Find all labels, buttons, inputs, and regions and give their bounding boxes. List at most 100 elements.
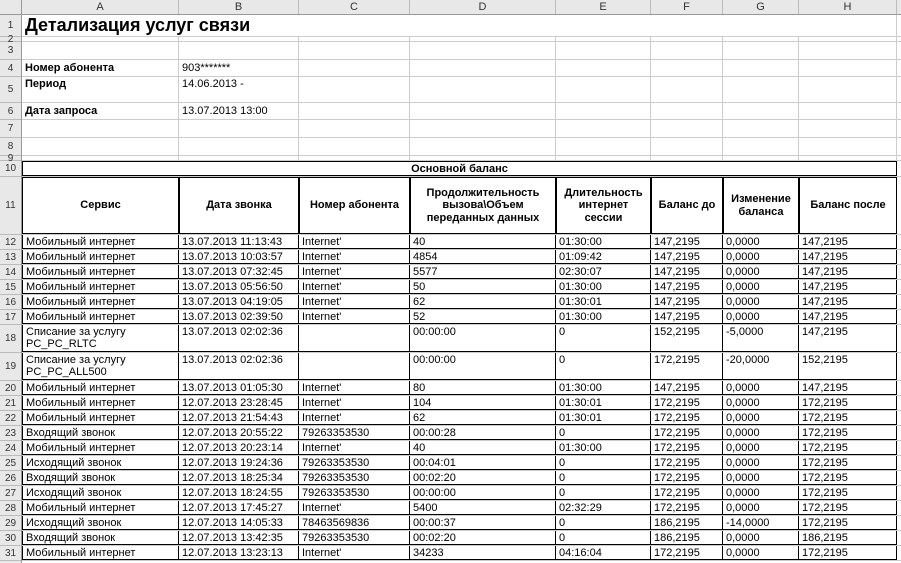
empty-cell[interactable] bbox=[723, 156, 799, 160]
empty-cell[interactable] bbox=[410, 37, 556, 41]
data-cell[interactable]: 02:32:29 bbox=[556, 501, 651, 515]
data-cell[interactable]: 62 bbox=[410, 411, 556, 425]
data-cell[interactable]: 5577 bbox=[410, 265, 556, 279]
data-cell[interactable]: 172,2195 bbox=[651, 411, 723, 425]
empty-cell[interactable] bbox=[299, 120, 410, 137]
data-cell[interactable]: 01:30:00 bbox=[556, 310, 651, 324]
empty-cell[interactable] bbox=[799, 138, 897, 155]
data-cell[interactable]: 172,2195 bbox=[799, 471, 897, 485]
data-cell[interactable]: 50 bbox=[410, 280, 556, 294]
empty-cell[interactable] bbox=[799, 42, 897, 59]
data-cell[interactable]: Входящий звонок bbox=[22, 471, 179, 485]
data-cell[interactable]: Internet' bbox=[299, 235, 410, 249]
row-header-29[interactable]: 29 bbox=[0, 516, 21, 531]
data-cell[interactable]: 0,0000 bbox=[723, 235, 799, 249]
data-cell[interactable]: 4854 bbox=[410, 250, 556, 264]
data-cell[interactable]: 40 bbox=[410, 235, 556, 249]
data-cell[interactable]: 0,0000 bbox=[723, 531, 799, 545]
data-cell[interactable]: 172,2195 bbox=[799, 516, 897, 530]
data-cell[interactable]: 0,0000 bbox=[723, 471, 799, 485]
row-header-25[interactable]: 25 bbox=[0, 456, 21, 471]
data-cell[interactable]: 0 bbox=[556, 325, 651, 352]
empty-cell[interactable] bbox=[651, 42, 723, 59]
data-cell[interactable]: 80 bbox=[410, 381, 556, 395]
col-header-B[interactable]: B bbox=[179, 0, 299, 14]
data-cell[interactable]: Internet' bbox=[299, 441, 410, 455]
empty-cell[interactable] bbox=[179, 120, 299, 137]
data-cell[interactable]: 147,2195 bbox=[651, 295, 723, 309]
empty-cell[interactable] bbox=[299, 103, 410, 119]
empty-cell[interactable] bbox=[799, 103, 897, 119]
row-header-31[interactable]: 31 bbox=[0, 546, 21, 561]
data-cell[interactable]: 172,2195 bbox=[799, 486, 897, 500]
empty-cell[interactable] bbox=[22, 37, 179, 41]
data-cell[interactable]: 52 bbox=[410, 310, 556, 324]
data-cell[interactable]: 12.07.2013 18:25:34 bbox=[179, 471, 299, 485]
data-cell[interactable]: 0,0000 bbox=[723, 295, 799, 309]
data-cell[interactable]: 0,0000 bbox=[723, 546, 799, 560]
data-cell[interactable]: 01:30:01 bbox=[556, 295, 651, 309]
col-header-E[interactable]: E bbox=[556, 0, 651, 14]
data-cell[interactable]: 12.07.2013 20:55:22 bbox=[179, 426, 299, 440]
col-header-A[interactable]: A bbox=[22, 0, 179, 14]
col-header-H[interactable]: H bbox=[799, 0, 897, 14]
data-cell[interactable]: Мобильный интернет bbox=[22, 250, 179, 264]
data-cell[interactable]: Internet' bbox=[299, 250, 410, 264]
data-cell[interactable]: 104 bbox=[410, 396, 556, 410]
empty-cell[interactable] bbox=[410, 42, 556, 59]
data-cell[interactable]: 04:16:04 bbox=[556, 546, 651, 560]
empty-cell[interactable] bbox=[799, 77, 897, 102]
empty-cell[interactable] bbox=[556, 156, 651, 160]
data-cell[interactable]: 01:30:01 bbox=[556, 411, 651, 425]
empty-cell[interactable] bbox=[556, 77, 651, 102]
empty-cell[interactable] bbox=[651, 138, 723, 155]
data-cell[interactable]: 172,2195 bbox=[799, 441, 897, 455]
data-cell[interactable]: 79263353530 bbox=[299, 426, 410, 440]
data-cell[interactable]: Списание за услугу PC_PC_RLTC bbox=[22, 325, 179, 352]
data-cell[interactable]: 147,2195 bbox=[799, 310, 897, 324]
data-cell[interactable]: 147,2195 bbox=[651, 310, 723, 324]
empty-cell[interactable] bbox=[651, 156, 723, 160]
data-cell[interactable]: Мобильный интернет bbox=[22, 501, 179, 515]
data-cell[interactable]: 0 bbox=[556, 471, 651, 485]
data-cell[interactable]: Internet' bbox=[299, 295, 410, 309]
empty-cell[interactable] bbox=[799, 156, 897, 160]
data-cell[interactable]: Internet' bbox=[299, 396, 410, 410]
data-cell[interactable]: 01:30:00 bbox=[556, 235, 651, 249]
data-cell[interactable]: 34233 bbox=[410, 546, 556, 560]
data-cell[interactable]: Internet' bbox=[299, 381, 410, 395]
data-cell[interactable]: 0,0000 bbox=[723, 426, 799, 440]
data-cell[interactable]: Internet' bbox=[299, 501, 410, 515]
data-cell[interactable]: 186,2195 bbox=[799, 531, 897, 545]
row-header-22[interactable]: 22 bbox=[0, 411, 21, 426]
empty-cell[interactable] bbox=[410, 120, 556, 137]
empty-cell[interactable] bbox=[410, 103, 556, 119]
row-header-28[interactable]: 28 bbox=[0, 501, 21, 516]
data-cell[interactable]: Мобильный интернет bbox=[22, 310, 179, 324]
empty-cell[interactable] bbox=[556, 138, 651, 155]
data-cell[interactable]: 00:02:20 bbox=[410, 471, 556, 485]
empty-cell[interactable] bbox=[723, 60, 799, 76]
data-cell[interactable]: 172,2195 bbox=[799, 501, 897, 515]
data-cell[interactable]: 172,2195 bbox=[651, 353, 723, 380]
data-cell[interactable]: 172,2195 bbox=[799, 396, 897, 410]
data-cell[interactable]: 147,2195 bbox=[651, 381, 723, 395]
data-cell[interactable]: 00:02:20 bbox=[410, 531, 556, 545]
data-cell[interactable]: 172,2195 bbox=[651, 501, 723, 515]
empty-cell[interactable] bbox=[299, 156, 410, 160]
data-cell[interactable]: 0,0000 bbox=[723, 310, 799, 324]
data-cell[interactable]: 12.07.2013 21:54:43 bbox=[179, 411, 299, 425]
data-cell[interactable]: 147,2195 bbox=[799, 280, 897, 294]
data-cell[interactable]: 00:00:28 bbox=[410, 426, 556, 440]
data-cell[interactable]: 13.07.2013 07:32:45 bbox=[179, 265, 299, 279]
row-header-27[interactable]: 27 bbox=[0, 486, 21, 501]
empty-cell[interactable] bbox=[723, 77, 799, 102]
data-cell[interactable]: 12.07.2013 23:28:45 bbox=[179, 396, 299, 410]
empty-cell[interactable] bbox=[22, 156, 179, 160]
data-cell[interactable]: Исходящий звонок bbox=[22, 516, 179, 530]
row-header-12[interactable]: 12 bbox=[0, 235, 21, 250]
data-cell[interactable]: Internet' bbox=[299, 546, 410, 560]
data-cell[interactable]: 13.07.2013 02:02:36 bbox=[179, 353, 299, 380]
data-cell[interactable]: 13.07.2013 04:19:05 bbox=[179, 295, 299, 309]
row-header-21[interactable]: 21 bbox=[0, 396, 21, 411]
